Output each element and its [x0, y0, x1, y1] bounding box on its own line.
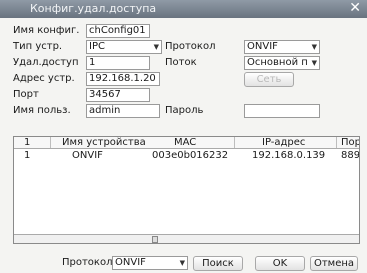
- column-header-mac: MAC: [174, 137, 197, 148]
- username-input[interactable]: admin: [86, 104, 160, 118]
- close-icon[interactable]: ✕: [349, 0, 361, 16]
- row-mac: 003e0b016232: [152, 150, 229, 161]
- scrollbar-thumb[interactable]: [152, 236, 158, 243]
- protocol-label: Протокол: [165, 41, 216, 52]
- protocol-select[interactable]: ONVIF ▼: [244, 40, 320, 54]
- footer-protocol-value: ONVIF: [115, 257, 146, 268]
- column-divider: [50, 137, 51, 148]
- search-button[interactable]: Поиск: [193, 256, 243, 271]
- stream-select[interactable]: Основной п ▼: [244, 56, 320, 70]
- protocol-value: ONVIF: [247, 41, 278, 52]
- cancel-button[interactable]: Отмена: [310, 256, 358, 271]
- device-table: 1 Имя устройства MAC IP-адрес Пор 1 ONVI…: [13, 136, 360, 244]
- horizontal-scrollbar[interactable]: [14, 234, 359, 243]
- network-button[interactable]: Сеть: [244, 72, 294, 87]
- device-type-label: Тип устр.: [13, 41, 63, 52]
- table-row[interactable]: 1 ONVIF 003e0b016232 192.168.0.139 889: [14, 150, 359, 161]
- config-name-label: Имя конфиг.: [13, 25, 80, 36]
- dropdown-arrow-icon: ▼: [179, 259, 185, 267]
- device-type-select[interactable]: IPC ▼: [86, 40, 162, 54]
- row-ip: 192.168.0.139: [252, 150, 326, 161]
- device-type-value: IPC: [89, 41, 105, 52]
- column-header-index: 1: [24, 137, 31, 148]
- title-bar: Конфиг.удал.доступа ✕: [0, 0, 367, 18]
- stream-label: Поток: [165, 57, 197, 68]
- dropdown-arrow-icon: ▼: [311, 59, 317, 67]
- row-index: 1: [24, 150, 31, 161]
- username-label: Имя польз.: [13, 105, 71, 116]
- dropdown-arrow-icon: ▼: [311, 43, 317, 51]
- stream-value: Основной п: [247, 57, 308, 68]
- password-input[interactable]: [244, 104, 320, 118]
- row-device-name: ONVIF: [72, 150, 103, 161]
- column-divider: [234, 137, 235, 148]
- column-header-device-name: Имя устройства: [62, 137, 146, 148]
- address-label: Адрес устр.: [13, 73, 75, 84]
- column-header-ip: IP-адрес: [262, 137, 306, 148]
- remote-access-input[interactable]: 1: [86, 56, 150, 70]
- address-input[interactable]: 192.168.1.20: [86, 72, 160, 86]
- ok-button[interactable]: OK: [255, 256, 305, 271]
- dropdown-arrow-icon: ▼: [153, 43, 159, 51]
- port-label: Порт: [13, 89, 39, 100]
- row-port: 889: [341, 150, 360, 161]
- column-header-port: Пор: [341, 137, 360, 148]
- column-divider: [336, 137, 337, 148]
- port-input[interactable]: 34567: [86, 88, 150, 102]
- footer-protocol-label: Протокол: [62, 257, 113, 268]
- remote-access-label: Удал.доступ: [13, 57, 79, 68]
- table-header: 1 Имя устройства MAC IP-адрес Пор: [14, 137, 359, 149]
- password-label: Пароль: [165, 105, 204, 116]
- window-title: Конфиг.удал.доступа: [30, 2, 157, 15]
- config-name-input[interactable]: chConfig01: [86, 24, 150, 38]
- footer-protocol-select[interactable]: ONVIF ▼: [112, 256, 188, 270]
